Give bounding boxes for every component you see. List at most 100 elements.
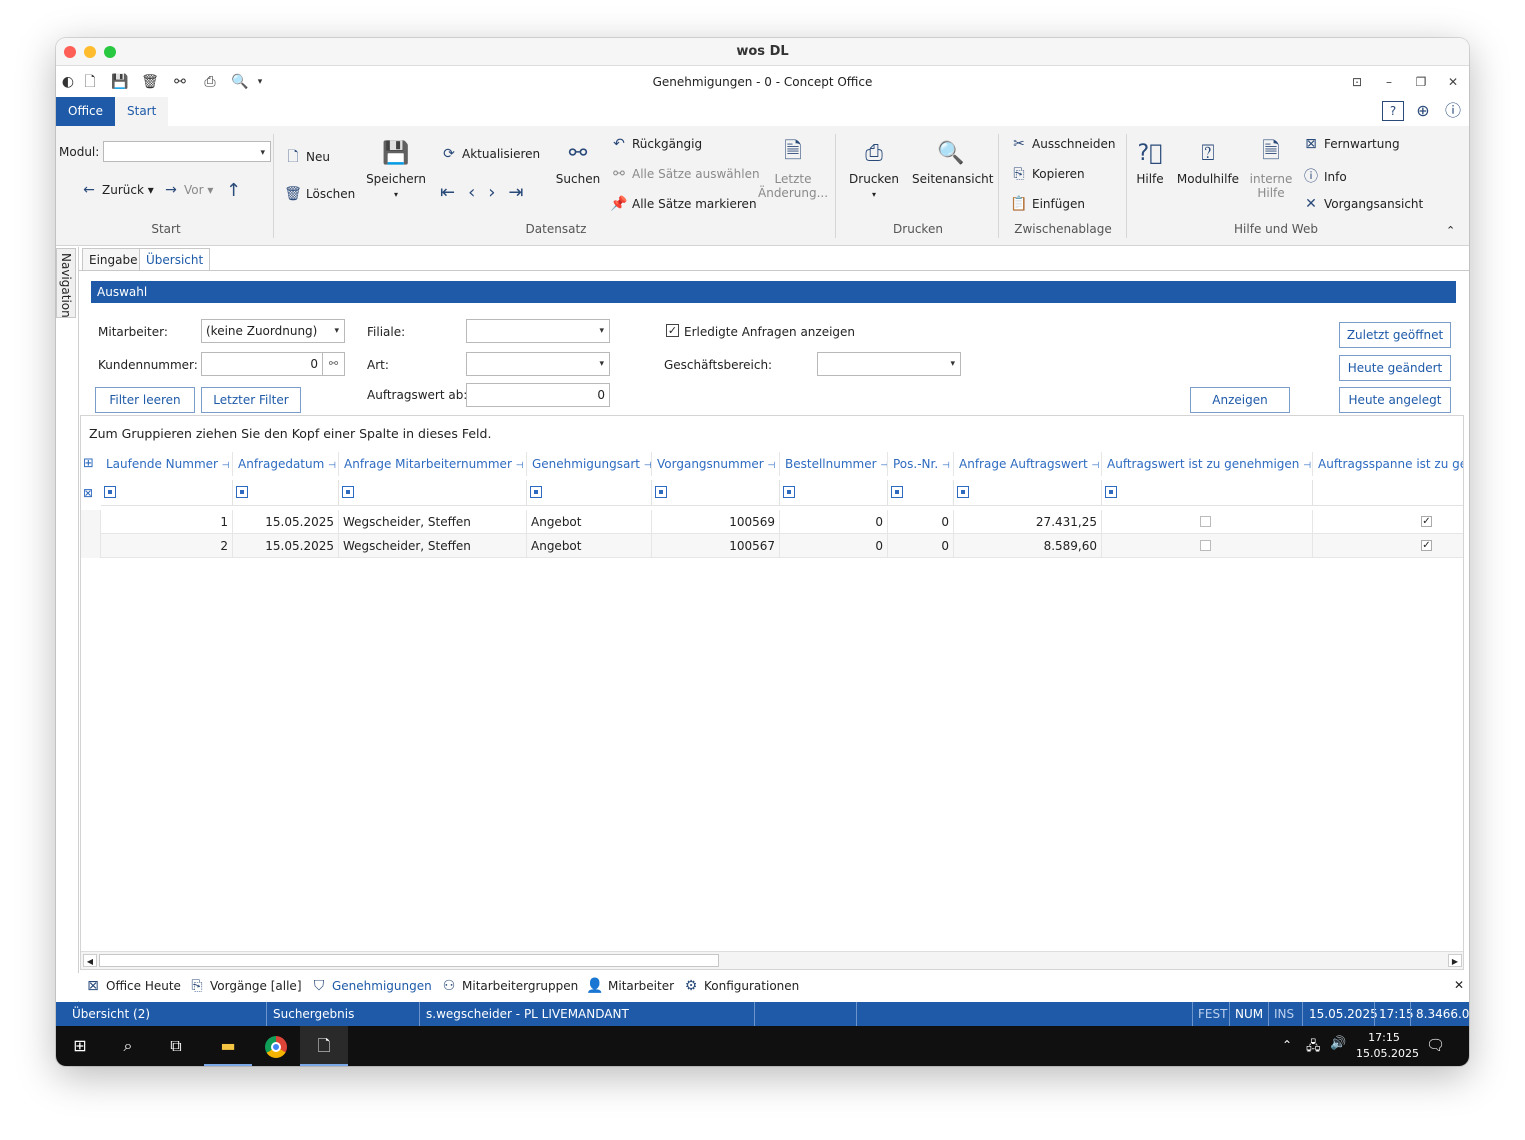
- last-change-button[interactable]: 🗎 Letzte Änderung...: [758, 138, 828, 200]
- scroll-left-icon[interactable]: ◀: [83, 954, 97, 967]
- search-icon[interactable]: ⌕: [104, 1026, 152, 1066]
- arrow-up-icon[interactable]: ↑: [226, 180, 241, 201]
- cut-button[interactable]: ✂ Ausschneiden: [1010, 136, 1115, 152]
- notification-icon[interactable]: 🗨: [1426, 1036, 1445, 1054]
- tab-start[interactable]: Start: [115, 97, 169, 126]
- delete-button[interactable]: 🗑 Löschen: [284, 186, 355, 202]
- row-selector[interactable]: [81, 534, 101, 558]
- next-record-icon[interactable]: ›: [488, 182, 508, 203]
- table-row[interactable]: 1 15.05.2025 Wegscheider, Steffen Angebo…: [81, 510, 1463, 534]
- geschaeftsbereich-select[interactable]: [817, 352, 961, 376]
- column-header-zu-genehmigen[interactable]: Auftragswert ist zu genehmigen ⊣: [1102, 452, 1313, 476]
- filter-operator-icon[interactable]: [530, 486, 542, 498]
- page-preview-button[interactable]: 🔍 Seitenansicht: [912, 138, 993, 187]
- filter-operator-icon[interactable]: [104, 486, 116, 498]
- zu-genehmigen-checkbox[interactable]: [1200, 516, 1211, 527]
- column-filter-cell[interactable]: [233, 480, 339, 506]
- art-select[interactable]: [466, 352, 610, 376]
- column-header-genehmigungsart[interactable]: Genehmigungsart ⊣: [527, 452, 652, 476]
- undo-button[interactable]: ↶ Rückgängig: [610, 136, 702, 152]
- filter-operator-icon[interactable]: [957, 486, 969, 498]
- erledigte-checkbox[interactable]: ✓: [666, 324, 679, 337]
- first-record-icon[interactable]: ⇤: [440, 182, 468, 203]
- mark-all-button[interactable]: 📌 Alle Sätze markieren: [610, 196, 756, 212]
- changed-today-button[interactable]: Heute geändert: [1339, 355, 1451, 381]
- table-row[interactable]: 2 15.05.2025 Wegscheider, Steffen Angebo…: [81, 534, 1463, 558]
- binoculars-icon[interactable]: ⚯: [170, 72, 190, 92]
- module-help-button[interactable]: ⍰ Modulhilfe: [1176, 138, 1240, 187]
- filter-operator-icon[interactable]: [1105, 486, 1117, 498]
- binoculars-search-icon[interactable]: ⚯: [322, 352, 345, 376]
- column-filter-cell[interactable]: [101, 480, 233, 506]
- save-icon[interactable]: 💾: [110, 72, 130, 92]
- filter-operator-icon[interactable]: [783, 486, 795, 498]
- tray-chevron-icon[interactable]: ⌃: [1282, 1038, 1292, 1052]
- pin-column-icon[interactable]: ⊣: [222, 461, 230, 471]
- zoom-traffic-light[interactable]: [104, 46, 116, 58]
- collapse-ribbon-icon[interactable]: ⌃: [1446, 224, 1455, 237]
- print-icon[interactable]: ⎙: [200, 72, 220, 92]
- subtab-uebersicht[interactable]: Übersicht: [139, 248, 211, 270]
- column-header-bestellnummer[interactable]: Bestellnummer ⊣: [780, 452, 888, 476]
- column-filter-cell[interactable]: [1313, 480, 1463, 506]
- back-button[interactable]: ← Zurück ▾: [80, 182, 154, 198]
- filiale-select[interactable]: [466, 319, 610, 343]
- column-header-mitarbeiternummer[interactable]: Anfrage Mitarbeiternummer ⊣: [339, 452, 527, 476]
- tab-office[interactable]: Office: [56, 97, 116, 126]
- save-button[interactable]: 💾 Speichern ▾: [366, 138, 426, 200]
- minimize-icon[interactable]: –: [1377, 72, 1401, 92]
- info-button[interactable]: ⓘ Info: [1302, 166, 1347, 186]
- column-header-auftragswert[interactable]: Anfrage Auftragswert ⊣: [954, 452, 1102, 476]
- pin-icon[interactable]: ⊡: [1345, 72, 1369, 92]
- module-tab-mitarbeiter[interactable]: 👤 Mitarbeiter: [586, 978, 674, 994]
- app-logo-icon[interactable]: ◐: [58, 72, 78, 92]
- file-explorer-icon[interactable]: ▬: [204, 1026, 252, 1066]
- minimize-traffic-light[interactable]: [84, 46, 96, 58]
- scroll-right-icon[interactable]: ▶: [1448, 954, 1462, 967]
- refresh-button[interactable]: ⟳ Aktualisieren: [440, 146, 540, 162]
- help-button[interactable]: ?⃝ Hilfe: [1132, 138, 1168, 187]
- filter-clear-button[interactable]: Filter leeren: [95, 387, 195, 413]
- info-circle-icon[interactable]: ⓘ: [1442, 101, 1464, 121]
- qat-dropdown-icon[interactable]: ▾: [254, 72, 266, 92]
- column-filter-cell[interactable]: [780, 480, 888, 506]
- row-selector[interactable]: [81, 510, 101, 534]
- prev-record-icon[interactable]: ‹: [468, 182, 488, 203]
- remote-maintenance-button[interactable]: ⊠ Fernwartung: [1302, 136, 1399, 152]
- filter-operator-icon[interactable]: [342, 486, 354, 498]
- recently-opened-button[interactable]: Zuletzt geöffnet: [1339, 322, 1451, 348]
- column-filter-cell[interactable]: [954, 480, 1102, 506]
- volume-icon[interactable]: 🔊: [1330, 1036, 1346, 1051]
- page-preview-icon[interactable]: 🔍: [230, 72, 250, 92]
- windows-start-icon[interactable]: ⊞: [56, 1026, 104, 1066]
- module-tab-office-heute[interactable]: ⊠ Office Heute: [84, 978, 181, 994]
- restore-icon[interactable]: ❐: [1409, 72, 1433, 92]
- kundennummer-input[interactable]: 0: [201, 352, 323, 376]
- filter-operator-icon[interactable]: [236, 486, 248, 498]
- pin-column-icon[interactable]: ⊣: [644, 461, 651, 471]
- pin-column-icon[interactable]: ⊣: [942, 461, 950, 471]
- column-header-pos-nr[interactable]: Pos.-Nr. ⊣: [888, 452, 954, 476]
- document-app-icon[interactable]: 🗋: [300, 1026, 348, 1066]
- column-header-laufende-nummer[interactable]: Laufende Nummer ⊣: [101, 452, 233, 476]
- column-filter-cell[interactable]: [652, 480, 780, 506]
- delete-icon[interactable]: 🗑: [140, 72, 160, 92]
- module-tab-genehmigungen[interactable]: ⛉ Genehmigungen: [310, 978, 432, 994]
- globe-icon[interactable]: ⊕: [1412, 101, 1434, 121]
- subtab-eingabe[interactable]: Eingabe: [82, 248, 145, 270]
- select-all-button[interactable]: ⚯ Alle Sätze auswählen: [610, 166, 759, 182]
- close-module-icon[interactable]: ✕: [1454, 978, 1464, 992]
- module-tab-vorgaenge[interactable]: ⎘ Vorgänge [alle]: [188, 978, 301, 994]
- print-button[interactable]: ⎙ Drucken ▾: [846, 138, 902, 200]
- close-icon[interactable]: ✕: [1441, 72, 1465, 92]
- internal-help-button[interactable]: 🗎 interne Hilfe: [1246, 138, 1296, 200]
- filter-operator-icon[interactable]: [891, 486, 903, 498]
- scroll-thumb[interactable]: [99, 954, 719, 967]
- horizontal-scrollbar[interactable]: ◀ ▶: [81, 951, 1463, 969]
- mitarbeiter-select[interactable]: (keine Zuordnung): [201, 319, 345, 343]
- column-header-anfragedatum[interactable]: Anfragedatum ⊣: [233, 452, 339, 476]
- last-record-icon[interactable]: ⇥: [509, 182, 537, 203]
- copy-button[interactable]: ⎘ Kopieren: [1010, 166, 1084, 182]
- navigation-strip[interactable]: Navigation: [56, 248, 76, 318]
- column-header-vorgangsnummer[interactable]: Vorgangsnummer ⊣: [652, 452, 780, 476]
